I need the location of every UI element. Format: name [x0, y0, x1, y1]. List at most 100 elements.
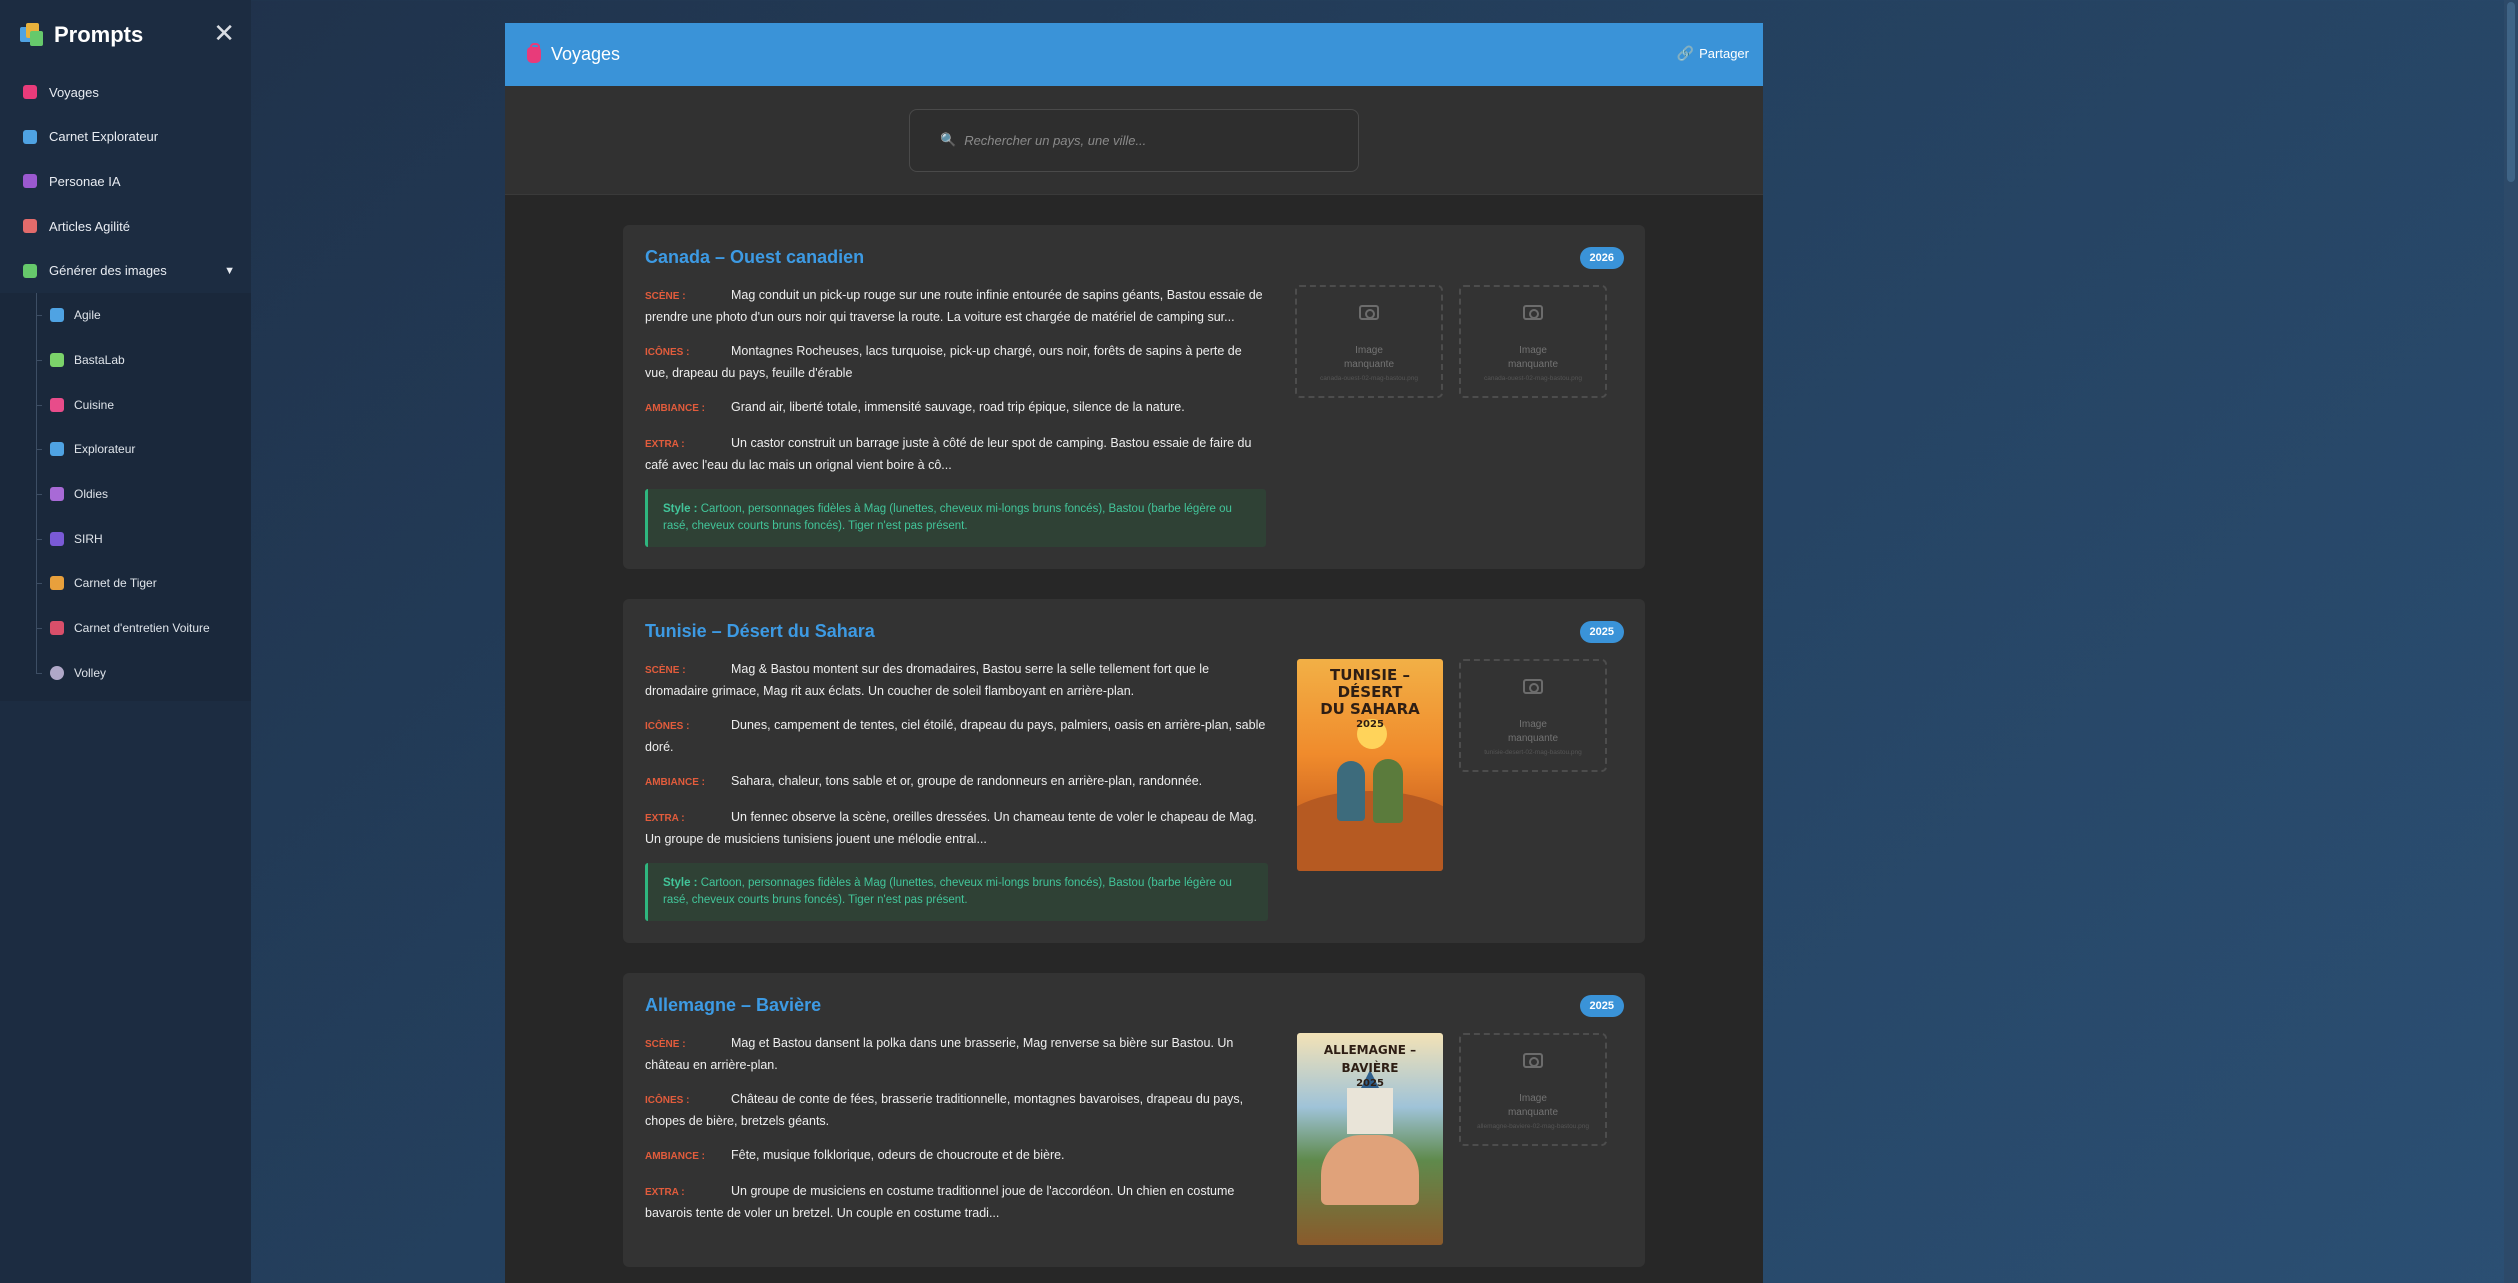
sidebar-header: Prompts ✕ [0, 0, 251, 70]
extra-text: Un fennec observe la scène, oreilles dre… [645, 810, 1258, 846]
sidebar-item-carnet-explorateur[interactable]: Carnet Explorateur [0, 115, 251, 160]
page-scrollbar[interactable] [2504, 0, 2518, 1283]
extra-text: Un castor construit un barrage juste à c… [645, 436, 1252, 472]
missing-image-label: Image [1519, 719, 1547, 730]
ambiance-label: AMBIANCE : [645, 403, 705, 414]
missing-image-label: manquante [1507, 733, 1559, 744]
year-badge: 2026 [1579, 247, 1624, 269]
share-label: Partager [1699, 46, 1749, 61]
missing-image-placeholder[interactable]: Image manquante tunisie-desert-02-mag-ba… [1459, 659, 1607, 772]
extra-row: EXTRA : Un groupe de musiciens en costume… [645, 1181, 1268, 1223]
poster-title-line: DU SAHARA [1320, 700, 1420, 718]
ambiance-label: AMBIANCE : [645, 1151, 705, 1162]
style-label: Style : [663, 503, 698, 515]
extra-row: EXTRA : Un castor construit un barrage ju… [645, 433, 1266, 475]
tiger-icon [50, 576, 64, 591]
missing-image-placeholder[interactable]: Image manquante canada-ouest-02-mag-bast… [1295, 285, 1443, 398]
sahara-poster-image[interactable]: TUNISIE – DÉSERT DU SAHARA 2025 [1297, 659, 1443, 871]
sidebar-item-articles-agilite[interactable]: Articles Agilité [0, 204, 251, 249]
icones-text: Château de conte de fées, brasserie trad… [645, 1092, 1244, 1128]
card-title[interactable]: Canada – Ouest canadien [645, 247, 1623, 268]
icones-label: ICÔNES : [645, 721, 690, 732]
ambiance-text: Grand air, liberté totale, immensité sau… [731, 400, 1185, 414]
sidebar-subitem-label: Volley [74, 665, 107, 680]
card-title[interactable]: Allemagne – Bavière [645, 995, 1623, 1016]
scrollbar-thumb[interactable] [2507, 2, 2515, 182]
sidebar-item-label: Personae IA [49, 173, 121, 189]
sidebar-submenu: Agile BastaLab Cuisine Explorateur Oldie… [0, 292, 251, 702]
poster-year: 2025 [1356, 719, 1384, 730]
poster-title-line: ALLEMAGNE – BAVIÈRE [1323, 1043, 1417, 1075]
icones-label: ICÔNES : [645, 1095, 690, 1106]
prompt-card-list: Canada – Ouest canadien 2026 SCÈNE : Mag … [623, 225, 1645, 1283]
sidebar-subitem-volley[interactable]: Volley [0, 650, 251, 695]
poster-title: TUNISIE – DÉSERT DU SAHARA 2025 [1297, 667, 1443, 731]
sidebar-item-voyages[interactable]: Voyages [0, 70, 251, 115]
scene-row: SCÈNE : Mag conduit un pick-up rouge sur … [645, 285, 1266, 327]
page-title: Voyages [551, 44, 621, 64]
camera-icon [1523, 679, 1543, 694]
sidebar-subitem-label: Carnet d'entretien Voiture [74, 621, 210, 636]
page-header: Voyages 🔗 Partager [505, 23, 1763, 86]
sidebar-subitem-carnet-de-tiger[interactable]: Carnet de Tiger [0, 561, 251, 606]
missing-image-filename: tunisie-desert-02-mag-bastou.png [1484, 749, 1582, 756]
scene-label: SCÈNE : [645, 1039, 686, 1050]
missing-image-filename: allemagne-baviere-02-mag-bastou.png [1476, 1123, 1589, 1130]
share-button[interactable]: 🔗 Partager [1677, 45, 1749, 62]
chevron-down-icon[interactable]: ▼ [224, 265, 235, 277]
ambiance-text: Fête, musique folklorique, odeurs de cho… [731, 1148, 1065, 1162]
missing-image-label: manquante [1507, 359, 1559, 370]
card-title[interactable]: Tunisie – Désert du Sahara [645, 621, 1623, 642]
sidebar-item-label: Carnet Explorateur [49, 129, 159, 145]
poster-title: ALLEMAGNE – BAVIÈRE 2025 [1297, 1041, 1443, 1090]
missing-image-label: manquante [1507, 1107, 1559, 1118]
map-icon [50, 442, 64, 457]
main-panel: Voyages 🔗 Partager 🔍 Canada – Ouest cana… [505, 23, 1763, 1283]
style-label: Style : [663, 877, 698, 889]
search-zone: 🔍 [505, 86, 1763, 195]
scene-text: Mag et Bastou dansent la polka dans une … [645, 1036, 1234, 1072]
ambiance-label: AMBIANCE : [645, 777, 705, 788]
missing-image-placeholder[interactable]: Image manquante canada-ouest-02-mag-bast… [1459, 285, 1607, 398]
ambiance-text: Sahara, chaleur, tons sable et or, group… [731, 774, 1203, 788]
close-icon[interactable]: ✕ [213, 20, 235, 46]
sidebar-nav: Voyages Carnet Explorateur Personae IA A… [0, 70, 251, 293]
icones-row: ICÔNES : Montagnes Rocheuses, lacs turquo… [645, 341, 1266, 383]
ambiance-row: AMBIANCE : Fête, musique folklorique, ode… [645, 1145, 1268, 1167]
sidebar-subitem-sirh[interactable]: SIRH [0, 516, 251, 562]
sidebar-subitem-label: Explorateur [74, 442, 136, 457]
document-icon [23, 219, 37, 234]
car-icon [50, 621, 64, 636]
search-box[interactable]: 🔍 [909, 108, 1359, 172]
missing-image-label: manquante [1343, 359, 1395, 370]
year-badge: 2025 [1579, 621, 1624, 643]
sidebar-item-label: Articles Agilité [49, 218, 130, 234]
people-icon [50, 531, 64, 546]
scene-label: SCÈNE : [645, 665, 686, 676]
prompt-card-canada: Canada – Ouest canadien 2026 SCÈNE : Mag … [623, 225, 1645, 569]
bavaria-poster-image[interactable]: ALLEMAGNE – BAVIÈRE 2025 [1297, 1033, 1443, 1245]
camera-icon [1523, 1053, 1543, 1068]
sidebar-item-generer-images[interactable]: Générer des images ▼ [0, 248, 251, 293]
sidebar-subitem-oldies[interactable]: Oldies [0, 471, 251, 517]
sidebar-subitem-cuisine[interactable]: Cuisine [0, 382, 251, 428]
search-input[interactable] [964, 132, 1325, 148]
missing-image-label: Image [1519, 345, 1547, 356]
sidebar-subitem-explorateur[interactable]: Explorateur [0, 427, 251, 472]
picture-icon [23, 263, 37, 278]
missing-image-placeholder[interactable]: Image manquante allemagne-baviere-02-mag… [1459, 1033, 1607, 1146]
sidebar-item-label: Générer des images [49, 263, 167, 279]
sidebar-subitem-bastalab[interactable]: BastaLab [0, 337, 251, 383]
style-text: Cartoon, personnages fidèles à Mag (lune… [663, 503, 1232, 532]
sidebar-subitem-carnet-entretien-voiture[interactable]: Carnet d'entretien Voiture [0, 605, 251, 651]
sidebar-subitem-agile[interactable]: Agile [0, 292, 251, 338]
sidebar-item-personae-ia[interactable]: Personae IA [0, 159, 251, 204]
poster-title-line: TUNISIE – DÉSERT [1330, 666, 1410, 701]
search-icon: 🔍 [940, 132, 957, 147]
camera-icon [1359, 305, 1379, 320]
sidebar-subitem-label: Agile [74, 308, 101, 323]
style-note: Style : Cartoon, personnages fidèles à M… [645, 489, 1266, 547]
style-note: Style : Cartoon, personnages fidèles à M… [645, 863, 1268, 921]
missing-image-filename: canada-ouest-02-mag-bastou.png [1484, 375, 1582, 382]
prompt-card-allemagne: Allemagne – Bavière 2025 SCÈNE : Mag et B… [623, 973, 1645, 1267]
